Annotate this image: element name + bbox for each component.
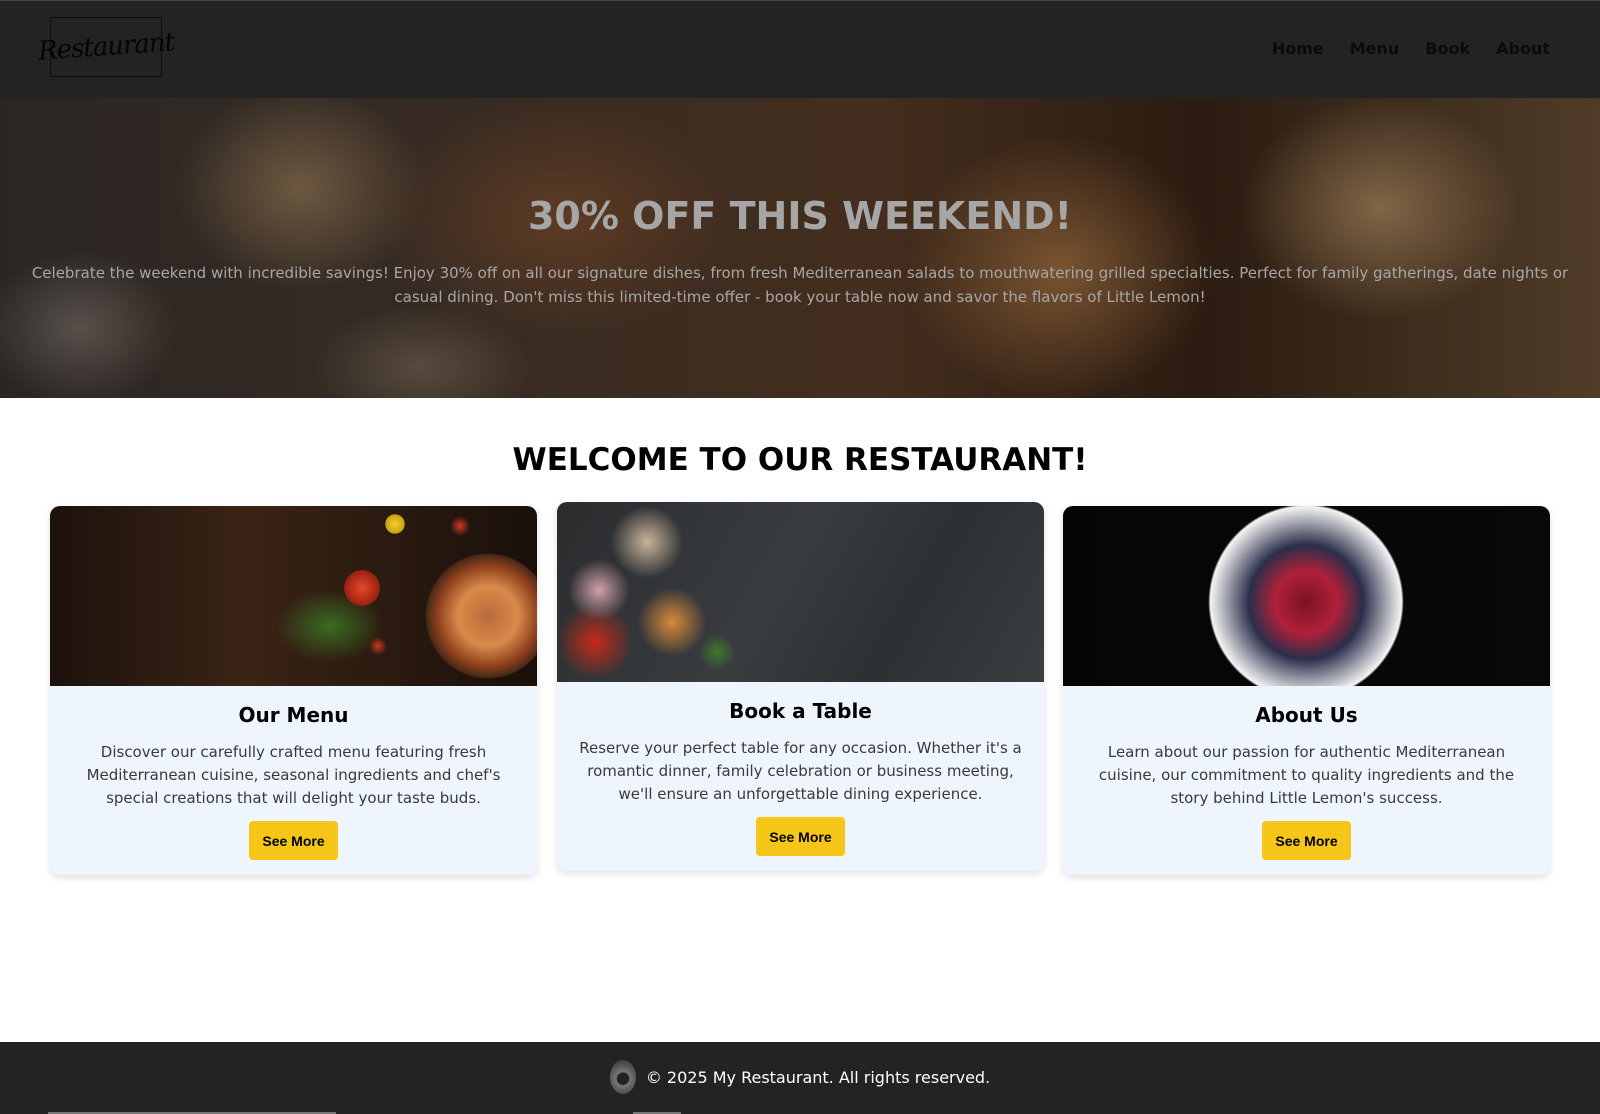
welcome-heading: WELCOME TO OUR RESTAURANT! xyxy=(512,442,1088,478)
about-card-image xyxy=(1063,506,1550,686)
card-description: Reserve your perfect table for any occas… xyxy=(579,739,1022,803)
see-more-button-about[interactable]: See More xyxy=(1262,821,1351,860)
card-title: Book a Table xyxy=(729,699,872,723)
card-about-us: About Us Learn about our passion for aut… xyxy=(1063,506,1550,875)
footer-logo-icon xyxy=(609,1060,636,1094)
site-footer: © 2025 My Restaurant. All rights reserve… xyxy=(0,1042,1600,1114)
see-more-button-book[interactable]: See More xyxy=(756,817,845,856)
nav-link-menu[interactable]: Menu xyxy=(1350,39,1400,58)
card-book-a-table: Book a Table Reserve your perfect table … xyxy=(557,502,1044,871)
hero-overlay xyxy=(0,98,1600,398)
hero-banner: 30% OFF THIS WEEKEND! Celebrate the week… xyxy=(0,98,1600,398)
book-card-image xyxy=(557,502,1044,682)
site-header: Restaurant Home Menu Book About xyxy=(0,0,1600,98)
restaurant-logo[interactable]: Restaurant xyxy=(37,17,175,77)
card-our-menu: Our Menu Discover our carefully crafted … xyxy=(50,506,537,875)
card-description: Learn about our passion for authentic Me… xyxy=(1098,743,1515,807)
card-title: Our Menu xyxy=(238,703,349,727)
logo-text: Restaurant xyxy=(37,27,175,67)
footer-copyright: © 2025 My Restaurant. All rights reserve… xyxy=(645,1067,991,1087)
see-more-button-menu[interactable]: See More xyxy=(249,821,338,860)
card-title: About Us xyxy=(1255,703,1358,727)
nav-link-book[interactable]: Book xyxy=(1425,39,1470,58)
nav-link-about[interactable]: About xyxy=(1496,39,1550,58)
footer-content: © 2025 My Restaurant. All rights reserve… xyxy=(0,1060,1600,1094)
hero-title: 30% OFF THIS WEEKEND! xyxy=(527,194,1072,238)
hero-description: Celebrate the weekend with incredible sa… xyxy=(31,264,1569,306)
main-nav: Home Menu Book About xyxy=(1272,39,1550,58)
card-description: Discover our carefully crafted menu feat… xyxy=(86,743,501,807)
nav-link-home[interactable]: Home xyxy=(1272,39,1324,58)
menu-card-image xyxy=(50,506,537,686)
